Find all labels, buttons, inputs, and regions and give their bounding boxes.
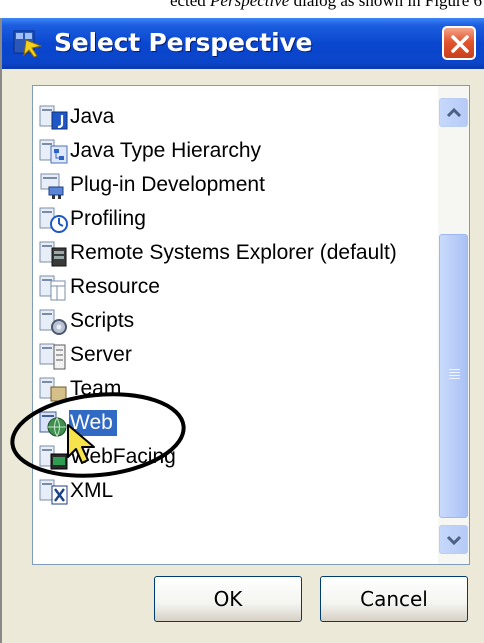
mouse-pointer-icon [67, 424, 95, 464]
perspective-label: Scripts [70, 309, 135, 332]
perspective-label: Remote Systems Explorer (default) [70, 241, 397, 264]
perspective-label: Java Type Hierarchy [70, 139, 262, 162]
highlight-ellipse-annotation [10, 392, 186, 478]
list-item[interactable]: Remote Systems Explorer (default) [33, 237, 433, 271]
scripts-icon [39, 309, 67, 335]
chevron-down-icon [446, 535, 462, 546]
scroll-down-button[interactable] [439, 525, 468, 554]
profiling-icon [39, 207, 68, 233]
remote-systems-icon [39, 241, 67, 267]
java-type-hierarchy-icon [39, 139, 68, 164]
thumb-grip-line [449, 378, 460, 379]
cancel-button[interactable]: Cancel [320, 576, 468, 622]
perspective-label: Resource [70, 275, 160, 298]
perspective-label: Server [70, 343, 132, 366]
list-item[interactable]: Java Type Hierarchy [33, 135, 433, 169]
resource-icon [39, 275, 66, 301]
list-item[interactable]: Server [33, 339, 433, 373]
title-bar[interactable]: Select Perspective [2, 18, 484, 69]
scroll-up-button[interactable] [439, 98, 468, 127]
select-perspective-dialog: Select Perspective Java Java Type Hierar… [0, 18, 484, 643]
perspective-app-icon [13, 30, 42, 58]
vertical-scrollbar[interactable] [438, 86, 469, 564]
list-item[interactable]: Profiling [33, 203, 433, 237]
perspective-list[interactable]: Java Java Type Hierarchy Plug-in Develop… [32, 85, 470, 565]
thumb-grip-line [449, 375, 460, 376]
thumb-grip-line [449, 369, 460, 370]
plugin-development-icon [40, 173, 64, 199]
thumb-grip-line [449, 372, 460, 373]
list-item[interactable]: Resource [33, 271, 433, 305]
caption-text: ected Perspective dialog as shown in Fig… [170, 0, 484, 9]
java-perspective-icon [39, 105, 68, 130]
chevron-up-icon [446, 107, 462, 118]
caption-text-after: dialog as shown in Figure 6 [289, 0, 482, 10]
perspective-label: Java [70, 105, 115, 128]
close-button[interactable] [442, 26, 476, 60]
close-icon [451, 35, 469, 53]
server-icon [39, 343, 66, 370]
list-item[interactable]: Java [33, 101, 433, 135]
dialog-title: Select Perspective [54, 28, 313, 57]
list-item[interactable]: Scripts [33, 305, 433, 339]
perspective-label: Plug-in Development [70, 173, 265, 196]
caption-emphasis: Perspective [210, 0, 290, 10]
list-item[interactable]: Plug-in Development [33, 169, 433, 203]
perspective-label: Profiling [70, 207, 146, 230]
caption-text-before: ected [169, 0, 211, 10]
ok-button[interactable]: OK [154, 576, 302, 622]
scroll-thumb[interactable] [439, 234, 468, 518]
